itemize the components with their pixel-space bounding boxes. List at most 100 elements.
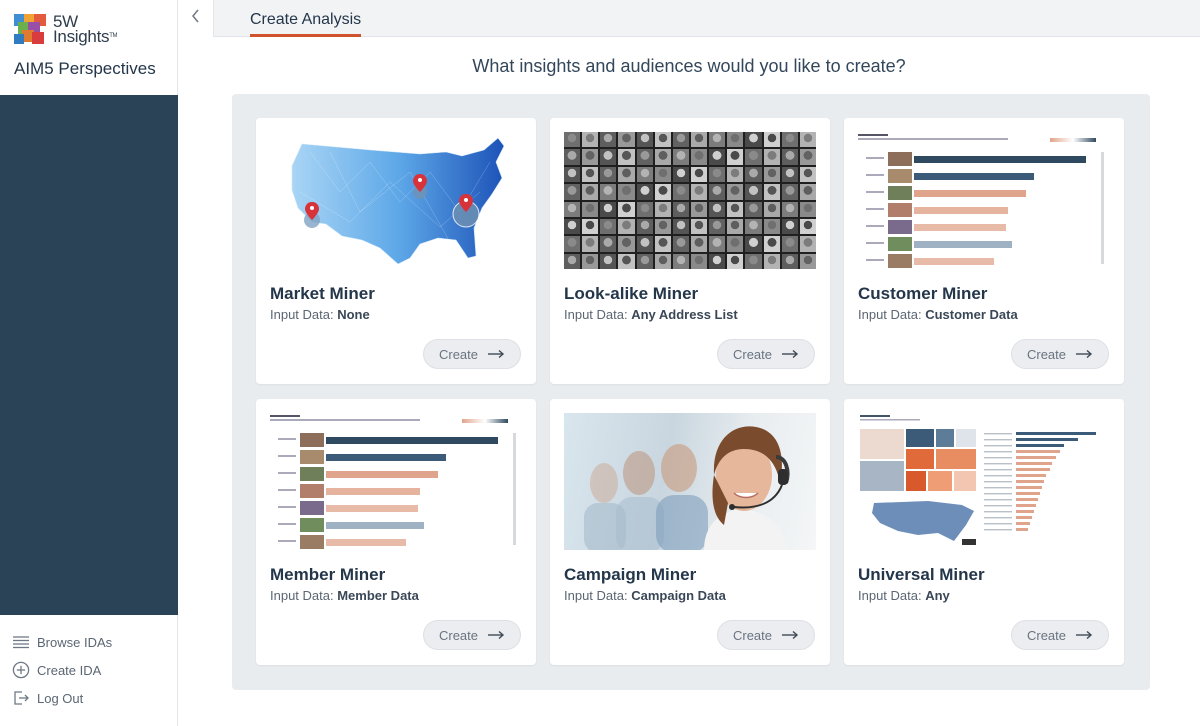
face-tile: [654, 236, 671, 252]
us-map-image: [270, 132, 522, 269]
face-tile: [654, 201, 671, 217]
row-photo: [888, 254, 912, 268]
dashboard-bar: [1016, 486, 1042, 489]
member-bar-chart-image: [270, 413, 522, 550]
chart-bar: [326, 522, 424, 529]
dashboard-row-label: [984, 475, 1012, 477]
chart-legend: [462, 419, 508, 423]
face-tile: [600, 253, 617, 269]
5w-logo-icon: [14, 12, 48, 46]
create-button-label: Create: [732, 627, 773, 643]
face-tile: [690, 149, 708, 165]
dashboard-bar: [1016, 516, 1032, 519]
tab-active-indicator: [250, 34, 362, 37]
face-tile: [582, 166, 599, 183]
input-value: Campaign Data: [631, 588, 726, 603]
miner-grid: Market Miner Input Data: None Create Loo…: [232, 94, 1150, 690]
face-tile: [618, 236, 635, 252]
create-button-label: Create: [438, 627, 479, 643]
face-tile: [654, 253, 671, 269]
sidebar-nav: Browse IDAs Create IDA Log Out: [0, 628, 178, 712]
face-tile: [745, 166, 762, 183]
face-tile: [781, 166, 798, 183]
input-label: Input Data:: [270, 588, 338, 603]
chart-bar: [914, 156, 1086, 163]
card-look-alike-miner: Look-alike Miner Input Data: Any Address…: [550, 118, 830, 384]
face-tile: [709, 149, 726, 165]
face-tile: [636, 166, 653, 183]
face-tile: [672, 236, 689, 252]
chart-bar: [326, 539, 406, 546]
faces-collage-image: [564, 132, 816, 269]
dashboard-row-label: [984, 487, 1012, 489]
face-tile: [763, 218, 780, 235]
face-tile: [709, 236, 726, 252]
row-label: [866, 174, 884, 176]
logo[interactable]: 5W InsightsTM: [14, 12, 177, 46]
create-button[interactable]: Create: [423, 339, 521, 369]
face-tile: [727, 166, 744, 183]
face-tile: [745, 218, 762, 235]
chart-bar: [326, 454, 446, 461]
face-tile: [618, 149, 635, 165]
create-button-label: Create: [732, 346, 773, 362]
dashboard-bar: [1016, 480, 1044, 483]
tab-label: Create Analysis: [250, 11, 362, 28]
chart-bar: [326, 505, 418, 512]
create-button[interactable]: Create: [423, 620, 521, 650]
face-tile: [709, 253, 726, 269]
nav-item-create-ida[interactable]: Create IDA: [0, 656, 178, 684]
create-button[interactable]: Create: [717, 620, 815, 650]
chart-bar: [914, 258, 994, 265]
input-value: None: [337, 307, 370, 322]
tab-create-analysis[interactable]: Create Analysis: [250, 0, 362, 37]
face-tile: [564, 218, 581, 235]
face-tile: [781, 236, 798, 252]
face-tile: [672, 253, 689, 269]
face-tile: [709, 166, 726, 183]
face-tile: [763, 132, 780, 148]
dashboard-bar: [1016, 456, 1056, 459]
face-tile: [799, 236, 816, 252]
row-label: [278, 472, 296, 474]
create-button-label: Create: [1026, 346, 1067, 362]
input-label: Input Data:: [858, 307, 926, 322]
face-tile: [564, 236, 581, 252]
card-campaign-miner: Campaign Miner Input Data: Campaign Data…: [550, 399, 830, 665]
face-tile: [781, 201, 798, 217]
collapse-sidebar-button[interactable]: [178, 0, 214, 37]
face-tile: [564, 253, 581, 269]
arrow-right-icon: [781, 347, 799, 362]
face-tile: [600, 201, 617, 217]
row-label: [866, 157, 884, 159]
nav-item-log-out[interactable]: Log Out: [0, 684, 178, 712]
face-tile: [763, 201, 780, 217]
face-tile: [618, 184, 635, 200]
card-title: Market Miner: [270, 284, 375, 303]
dashboard-bar: [1016, 450, 1060, 453]
arrow-right-icon: [487, 628, 505, 643]
row-photo: [888, 237, 912, 251]
create-button[interactable]: Create: [1011, 620, 1109, 650]
face-tile: [636, 132, 653, 148]
row-label: [278, 455, 296, 457]
arrow-right-icon: [1075, 347, 1093, 362]
face-tile: [618, 166, 635, 183]
dashboard-row-label: [984, 505, 1012, 507]
create-button[interactable]: Create: [1011, 339, 1109, 369]
customer-bar-chart-image: [858, 132, 1110, 269]
face-tile: [799, 201, 816, 217]
card-title: Customer Miner: [858, 284, 988, 303]
card-title: Member Miner: [270, 565, 386, 584]
face-tile: [799, 218, 816, 235]
create-button[interactable]: Create: [717, 339, 815, 369]
chart-legend: [1050, 138, 1096, 142]
nav-item-browse-idas[interactable]: Browse IDAs: [0, 628, 178, 656]
dashboard-bar: [1016, 510, 1034, 513]
face-tile: [781, 253, 798, 269]
face-tile: [763, 253, 780, 269]
row-photo: [300, 535, 324, 549]
dashboard-bar: [1016, 528, 1028, 531]
input-value: Any: [925, 588, 950, 603]
face-tile: [781, 132, 798, 148]
